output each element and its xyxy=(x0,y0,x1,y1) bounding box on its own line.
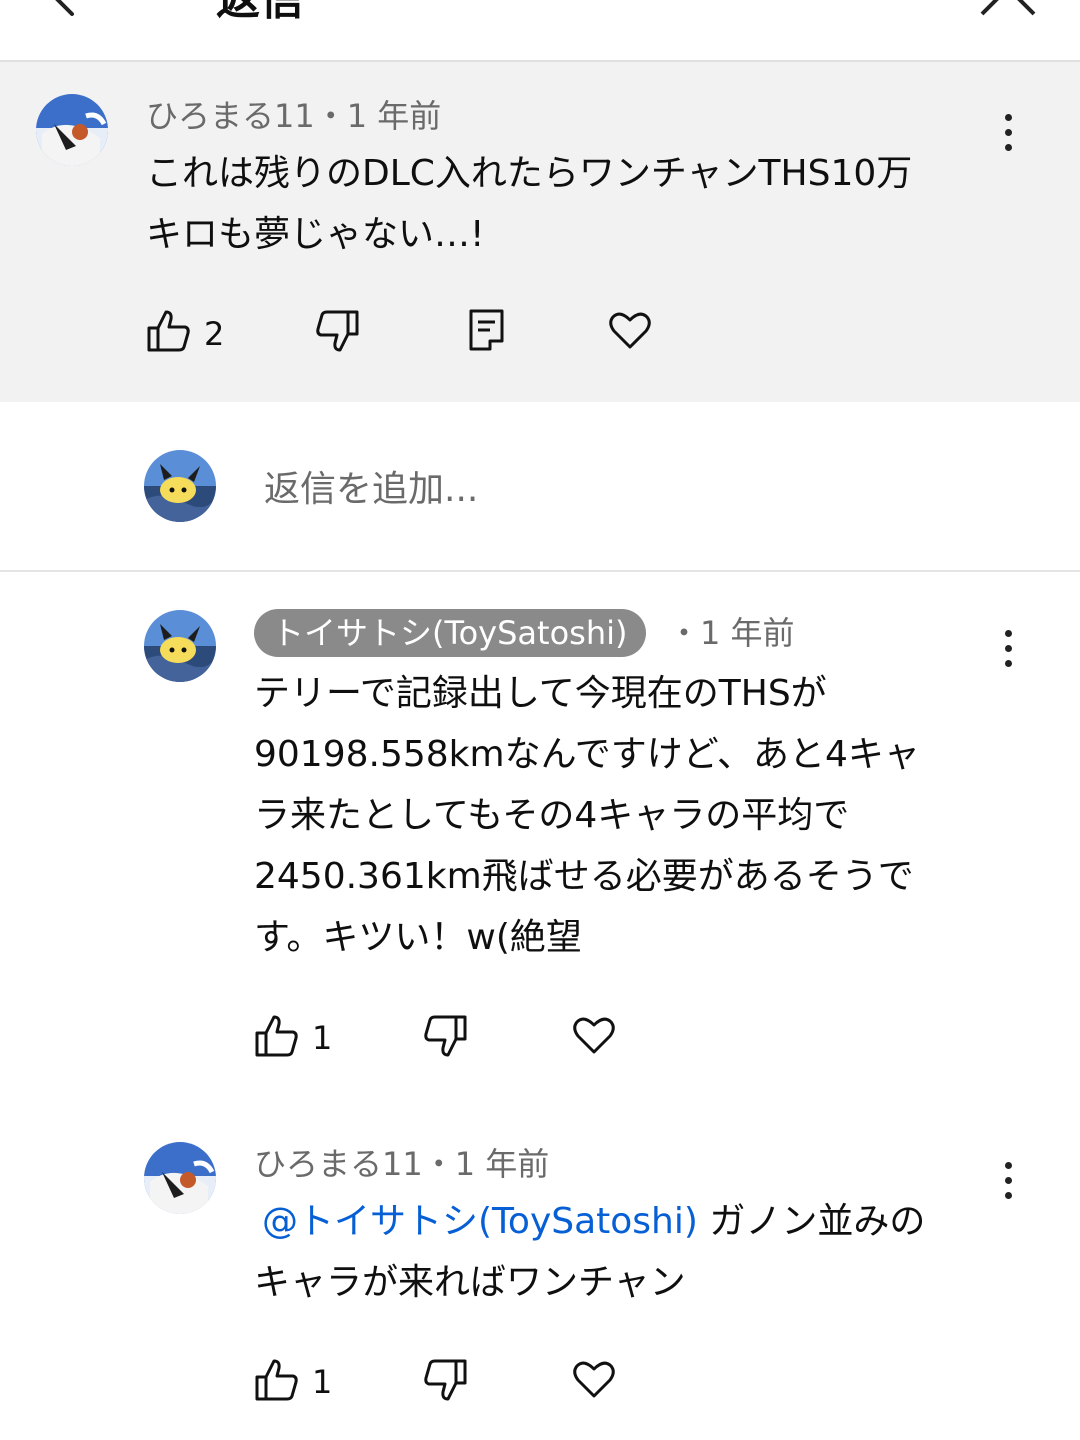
thumb-up-icon[interactable] xyxy=(254,1358,300,1402)
my-avatar xyxy=(144,450,216,522)
like-count: 1 xyxy=(312,1363,333,1401)
author-name[interactable]: ひろまる11 xyxy=(254,1145,423,1183)
add-reply-input[interactable]: 返信を追加... xyxy=(264,468,478,512)
comment-text-line: これは残りのDLC入れたらワンチャンTHS10万 xyxy=(146,153,913,194)
comment-text-line: す。キツい！w(絶望 xyxy=(254,917,582,958)
thumb-down-icon[interactable] xyxy=(422,1358,468,1402)
comment-meta: ひろまる11・1 年前 xyxy=(146,96,441,136)
heart-icon[interactable] xyxy=(572,1014,616,1056)
comment-text-line: 2450.361km飛ばせる必要があるそうで xyxy=(254,856,914,897)
comment-text-line: キャラが来ればワンチャン xyxy=(254,1262,686,1303)
heart-icon[interactable] xyxy=(572,1358,616,1400)
comment-time: ・1 年前 xyxy=(314,97,442,135)
chevron-left-icon[interactable] xyxy=(42,0,82,20)
comment-text: @トイサトシ(ToySatoshi) ガノン並みの キャラが来ればワンチャン xyxy=(254,1191,1014,1313)
comment-text-line: 90198.558kmなんですけど、あと4キャ xyxy=(254,734,920,775)
author-avatar[interactable] xyxy=(144,610,216,682)
author-name[interactable]: ひろまる11 xyxy=(146,97,315,135)
thumb-up-icon[interactable] xyxy=(254,1014,300,1058)
section-divider xyxy=(0,570,1080,572)
close-icon[interactable] xyxy=(978,0,1038,18)
comment-text-line: テリーで記録出して今現在のTHSが xyxy=(254,673,827,714)
comment-time: ・1 年前 xyxy=(668,614,795,652)
like-count: 1 xyxy=(312,1019,333,1057)
thumb-down-icon[interactable] xyxy=(422,1014,468,1058)
author-avatar[interactable] xyxy=(36,94,108,166)
page-title: 返信 xyxy=(216,0,304,22)
comment-text: テリーで記録出して今現在のTHSが 90198.558kmなんですけど、あと4キ… xyxy=(254,663,1014,968)
author-name-chip[interactable]: トイサトシ(ToySatoshi) xyxy=(254,609,646,657)
comment-text-fragment: ガノン並みの xyxy=(697,1201,926,1242)
comment-text-line: ラ来たとしてもその4キャラの平均で xyxy=(254,795,850,836)
like-count: 2 xyxy=(204,315,225,353)
comment-time: ・1 年前 xyxy=(422,1145,550,1183)
comment-meta: ひろまる11・1 年前 xyxy=(254,1144,549,1184)
comment-text-line: @トイサトシ(ToySatoshi) ガノン並みの xyxy=(254,1191,1014,1252)
thumb-down-icon[interactable] xyxy=(314,309,360,353)
heart-icon[interactable] xyxy=(608,309,652,351)
author-avatar[interactable] xyxy=(144,1142,216,1214)
mention-link[interactable]: @トイサトシ(ToySatoshi) xyxy=(262,1201,698,1242)
comment-text: これは残りのDLC入れたらワンチャンTHS10万 キロも夢じゃない…! xyxy=(146,143,1006,265)
comment-text-line: キロも夢じゃない…! xyxy=(146,214,485,255)
thumb-up-icon[interactable] xyxy=(146,309,192,353)
reply-icon[interactable] xyxy=(468,308,506,352)
top-app-bar: 返信 xyxy=(0,0,1080,60)
